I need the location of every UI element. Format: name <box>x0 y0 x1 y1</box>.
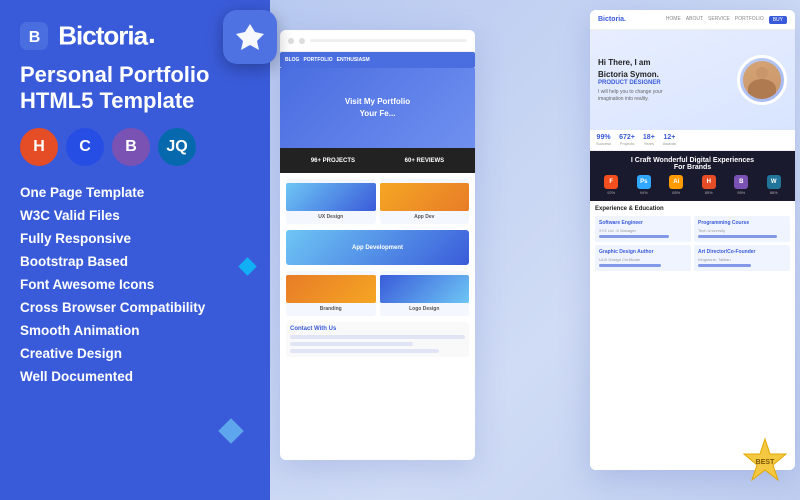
mock-contact: Contact With Us <box>286 322 469 357</box>
css3-icon: C <box>66 128 104 166</box>
html5-icon: H <box>20 128 58 166</box>
mockup-right-nav-links: HOME ABOUT SERVICE PORTFOLIO BUY <box>666 16 787 24</box>
svg-text:BEST: BEST <box>756 459 775 466</box>
feature-smooth-animation: Smooth Animation <box>20 320 250 341</box>
experience-cards: Software Engineer XYZ Ltd, Jr Manager Pr… <box>595 216 790 271</box>
mockup-right-hero: Hi There, I amBictoria Symon. PRODUCT DE… <box>590 30 795 130</box>
feature-bootstrap: Bootstrap Based <box>20 251 250 272</box>
jquery-icon: JQ <box>158 128 196 166</box>
feature-font-awesome: Font Awesome Icons <box>20 274 250 295</box>
right-panel: BLOG PORTFOLIO ENTHUSIASM Visit My Portf… <box>270 0 800 500</box>
skill-figma: F 92% <box>596 175 627 195</box>
skill-illustrator: Ai 85% <box>661 175 692 195</box>
mockup-left-body: UX Design App Dev App Development Brandi… <box>280 173 475 460</box>
mockup-left-nav <box>280 30 475 52</box>
svg-text:B: B <box>29 29 40 46</box>
center-badge <box>223 10 277 64</box>
title-block: Personal Portfolio HTML5 Template <box>20 62 250 115</box>
skills-grid: F 92% Ps 94% Ai 85% H 85% B 95% <box>596 175 789 195</box>
logo-text: B Bictoria. <box>20 18 155 52</box>
mock-card-2: App Dev <box>380 179 470 224</box>
mockup-right-avatar <box>737 55 787 105</box>
skill-html: H 85% <box>694 175 725 195</box>
exp-card-1: Software Engineer XYZ Ltd, Jr Manager <box>595 216 691 242</box>
mock-card-grid: UX Design App Dev <box>286 179 469 224</box>
stat-success: 99% Success <box>596 134 611 146</box>
nav-dot-2 <box>299 38 305 44</box>
mock-card-3: Branding <box>286 271 376 316</box>
tech-icons-row: H C B JQ <box>20 128 250 166</box>
stat-experience: 18+ Years <box>643 134 655 146</box>
mockup-right: Bictoria. HOME ABOUT SERVICE PORTFOLIO B… <box>590 10 795 470</box>
mockup-right-dark-section: I Craft Wonderful Digital ExperiencesFor… <box>590 151 795 201</box>
feature-cross-browser: Cross Browser Compatibility <box>20 297 250 318</box>
stat-awards: 12+ Awards <box>663 134 676 146</box>
features-list: One Page Template W3C Valid Files Fully … <box>20 182 250 387</box>
mock-img-block: App Development <box>286 230 469 265</box>
logo-area: B Bictoria. <box>20 18 250 52</box>
feature-one-page: One Page Template <box>20 182 250 203</box>
exp-card-2: Programming Course Tech University <box>694 216 790 242</box>
stat-projects: 672+ Projects <box>619 134 635 146</box>
feature-creative-design: Creative Design <box>20 343 250 364</box>
mockup-left: BLOG PORTFOLIO ENTHUSIASM Visit My Portf… <box>280 30 475 460</box>
mockup-right-logo: Bictoria. <box>598 16 626 23</box>
mockup-left-stats: 96+ PROJECTS 60+ REVIEWS <box>280 148 475 173</box>
exp-card-4: Art Director/Co-Founder Kingstone, Talib… <box>694 245 790 271</box>
mock-card-1: UX Design <box>286 179 376 224</box>
feature-w3c: W3C Valid Files <box>20 205 250 226</box>
mockup-right-stats-row: 99% Success 672+ Projects 18+ Years 12+ … <box>590 130 795 151</box>
mockup-left-hero: Visit My PortfolioYour Fe... <box>280 68 475 148</box>
mockup-right-hero-text: Hi There, I amBictoria Symon. PRODUCT DE… <box>598 57 731 102</box>
deco-diamond-3 <box>218 418 243 443</box>
mockup-left-nav2: BLOG PORTFOLIO ENTHUSIASM <box>280 52 475 68</box>
mock-card-grid-2: Branding Logo Design <box>286 271 469 316</box>
skill-photoshop: Ps 94% <box>629 175 660 195</box>
nav-line <box>310 39 467 42</box>
skill-bootstrap: B 95% <box>726 175 757 195</box>
mockup-right-nav: Bictoria. HOME ABOUT SERVICE PORTFOLIO B… <box>590 10 795 30</box>
nav-dot-1 <box>288 38 294 44</box>
bootstrap-icon: B <box>112 128 150 166</box>
feature-responsive: Fully Responsive <box>20 228 250 249</box>
feature-well-documented: Well Documented <box>20 366 250 387</box>
left-panel: B Bictoria. Personal Portfolio HTML5 Tem… <box>0 0 270 500</box>
mockup-right-portfolio: Experience & Education Software Engineer… <box>590 201 795 470</box>
gold-badge: BEST <box>740 436 790 486</box>
mock-card-4: Logo Design <box>380 271 470 316</box>
skill-wordpress: W 86% <box>759 175 790 195</box>
exp-card-3: Graphic Design Author UUX Design Certifi… <box>595 245 691 271</box>
page-title: Personal Portfolio HTML5 Template <box>20 62 250 115</box>
